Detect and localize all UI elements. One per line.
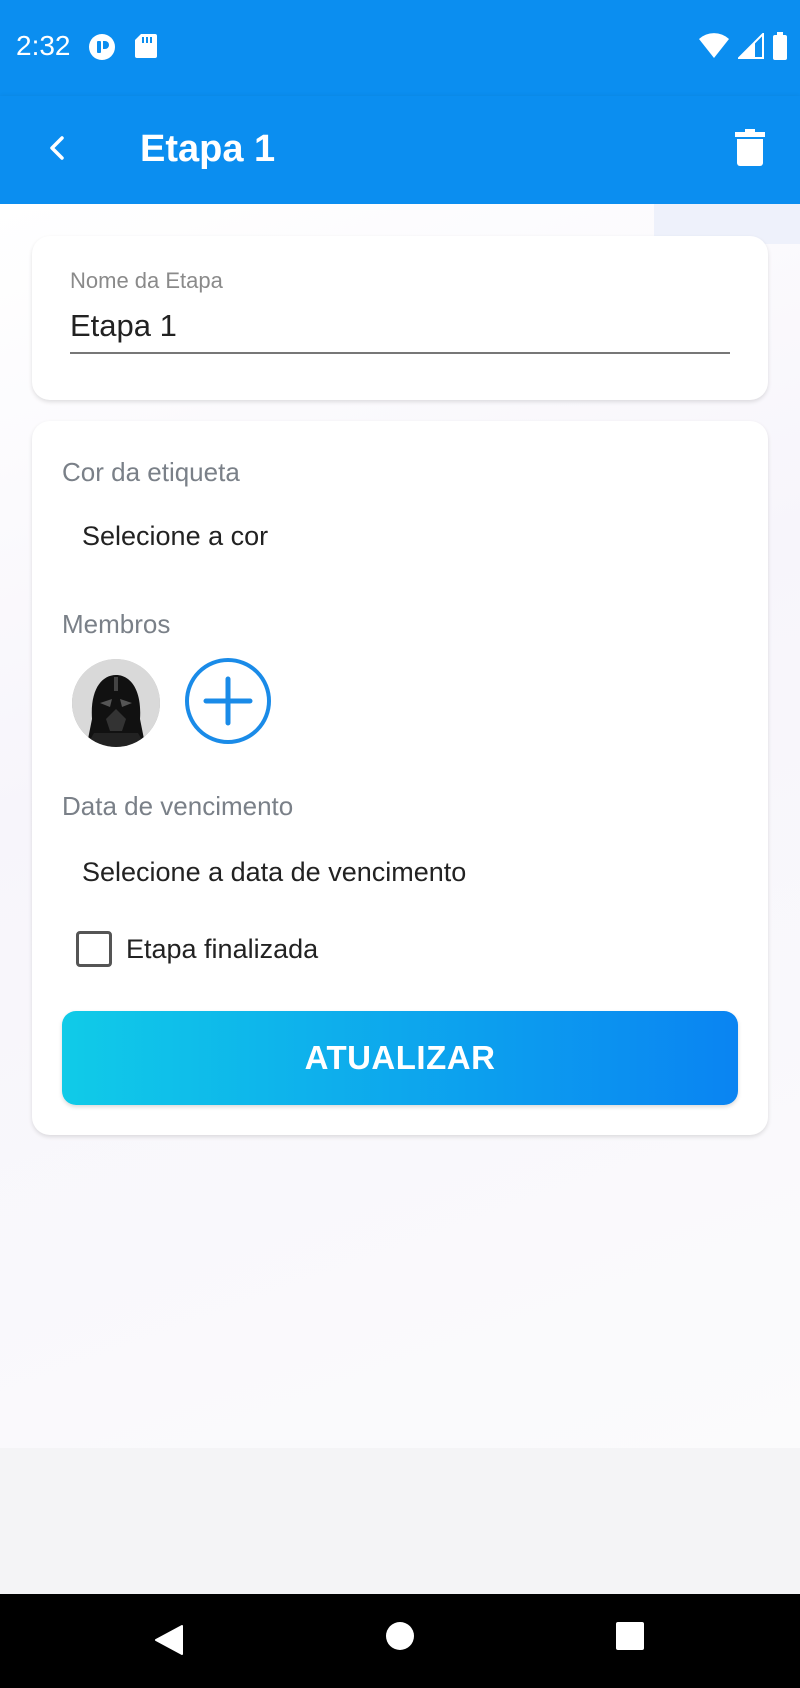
color-select[interactable]: Selecione a cor xyxy=(82,521,268,552)
chevron-left-icon xyxy=(44,134,72,167)
member-avatar[interactable] xyxy=(72,659,160,747)
update-button[interactable]: ATUALIZAR xyxy=(62,1011,738,1105)
app-bar: Etapa 1 xyxy=(0,96,800,204)
stage-name-input[interactable] xyxy=(70,300,730,354)
bottom-area xyxy=(0,1448,800,1594)
stage-details-card: Cor da etiqueta Selecione a cor Membros … xyxy=(32,421,768,1135)
app-notification-icon xyxy=(88,33,116,66)
stage-name-card: Nome da Etapa xyxy=(32,236,768,400)
nav-back-icon[interactable] xyxy=(150,1620,190,1665)
finished-row[interactable]: Etapa finalizada xyxy=(76,931,318,967)
add-member-button[interactable] xyxy=(184,657,272,750)
sd-card-icon xyxy=(134,33,158,64)
navigation-bar xyxy=(0,1594,800,1688)
due-date-title: Data de vencimento xyxy=(62,791,294,821)
trash-icon xyxy=(735,128,765,172)
members-title: Membros xyxy=(62,609,171,639)
status-time: 2:32 xyxy=(16,30,71,61)
due-date-select[interactable]: Selecione a data de vencimento xyxy=(82,857,466,888)
finished-checkbox[interactable] xyxy=(76,931,112,967)
status-bar: 2:32 xyxy=(0,0,800,96)
wifi-icon xyxy=(698,33,730,64)
nav-recents-icon[interactable] xyxy=(614,1620,646,1657)
battery-icon xyxy=(772,32,788,65)
page-title: Etapa 1 xyxy=(140,128,276,170)
delete-button[interactable] xyxy=(722,122,778,178)
stage-name-label: Nome da Etapa xyxy=(70,268,223,293)
finished-label: Etapa finalizada xyxy=(126,933,319,964)
label-color-title: Cor da etiqueta xyxy=(62,457,240,487)
signal-icon xyxy=(736,31,764,64)
back-button[interactable] xyxy=(30,122,86,178)
plus-circle-icon xyxy=(184,657,272,750)
nav-home-icon[interactable] xyxy=(384,1620,416,1657)
